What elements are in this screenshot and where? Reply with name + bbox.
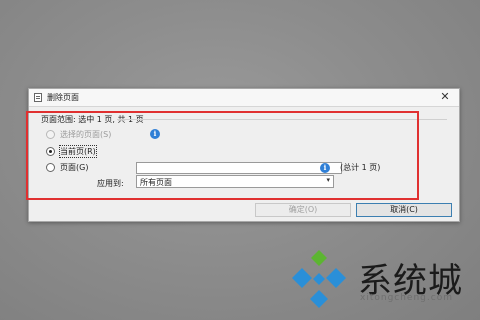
apply-to-value: 所有页面 [140,178,172,187]
selected-pages-label: 选择的页面(S) [60,130,112,139]
delete-pages-dialog: 删除页面 ✕ 页面范围: 选中 1 页, 共 1 页 选择的页面(S) i 当前… [26,88,460,222]
apply-to-select[interactable]: 所有页面 ▾ [136,175,334,188]
close-button[interactable]: ✕ [438,90,452,104]
ok-button[interactable]: 确定(O) [255,203,351,217]
current-page-radio[interactable] [46,147,55,156]
cancel-button[interactable]: 取消(C) [356,203,452,217]
watermark-url: xitongcheng.com [360,293,453,303]
option-current-page[interactable]: 当前页(R) [46,145,136,158]
page-range-option-label[interactable]: 页面(G) [60,162,88,173]
page-range-radio[interactable] [46,163,55,172]
document-icon [34,93,42,102]
screenshot: { "dialog": { "title": "删除页面", "close_la… [0,0,480,320]
current-page-label[interactable]: 当前页(R) [59,145,97,158]
chevron-down-icon: ▾ [326,176,330,184]
page-range-info-icon[interactable]: i [320,163,330,173]
total-pages-text: (总计 1 页) [340,163,381,172]
option-page-range[interactable]: 页面(G) [46,162,126,174]
info-icon[interactable]: i [150,129,160,139]
dialog-titlebar[interactable]: 删除页面 ✕ [29,89,459,107]
group-divider [117,119,447,120]
apply-to-label: 应用到: [97,179,124,188]
option-selected-pages: 选择的页面(S) i [46,129,166,141]
page-range-input[interactable] [136,162,342,174]
selected-pages-radio [46,130,55,139]
watermark-logo-icon [292,250,346,308]
dialog-title: 删除页面 [47,93,79,102]
